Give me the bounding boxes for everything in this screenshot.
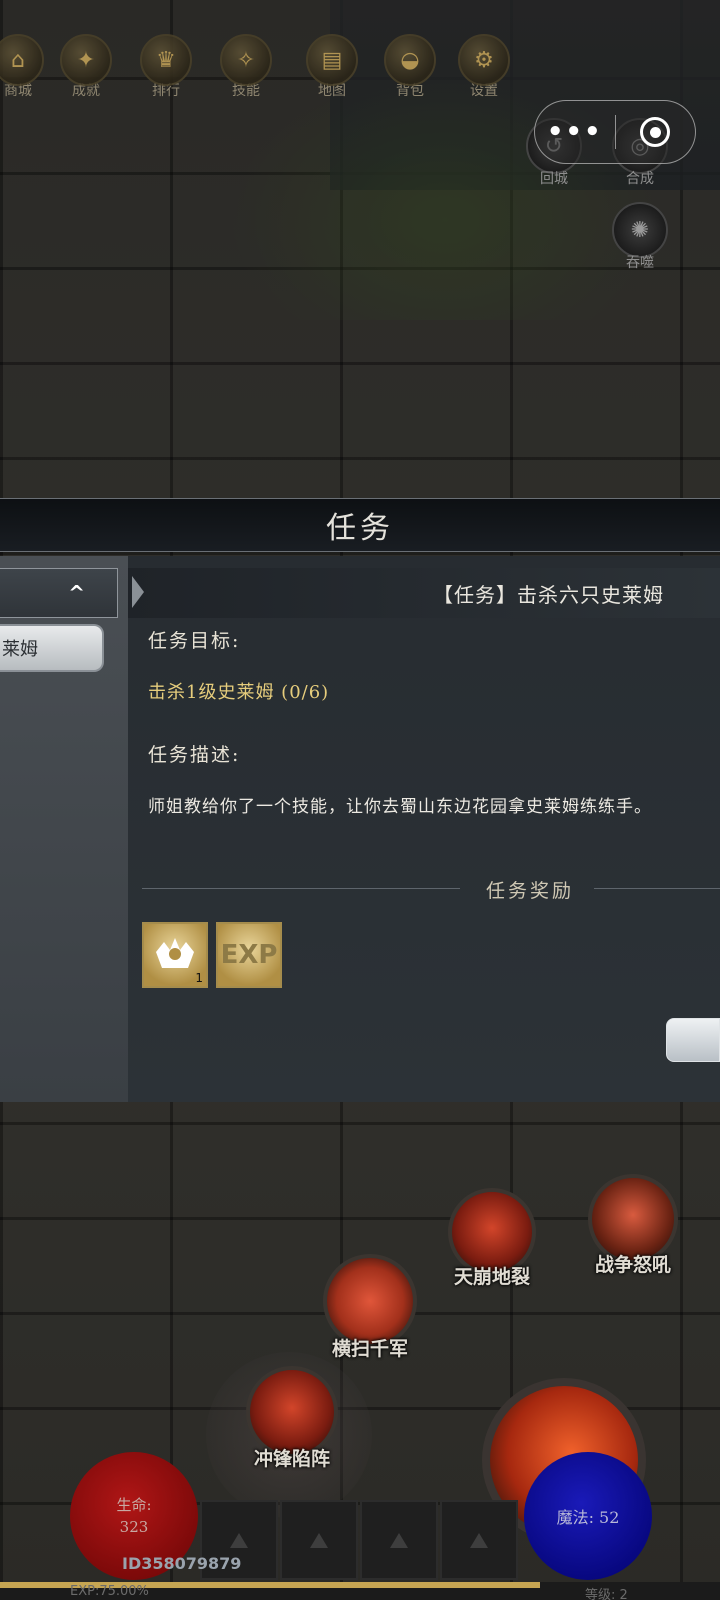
quest-list-item[interactable]: 莱姆 (0, 624, 104, 672)
reward-divider: 任务奖励 (142, 876, 720, 902)
item-slot[interactable] (440, 1500, 518, 1580)
quest-header: 【任务】击杀六只史莱姆 (128, 568, 720, 618)
item-slot[interactable] (280, 1500, 358, 1580)
menu-settings[interactable]: ⚙ 设置 (452, 34, 516, 100)
quest-list: ^ 莱姆 (0, 556, 128, 1102)
quest-panel: ^ 莱姆 【任务】击杀六只史莱姆 任务目标: 击杀1级史莱姆 (0/6) 任务描… (0, 556, 720, 1102)
skills-icon: ✧ (220, 34, 272, 86)
mini-program-capsule: ••• (534, 100, 696, 164)
menu-skills[interactable]: ✧ 技能 (214, 34, 278, 100)
more-options-button[interactable]: ••• (535, 117, 615, 147)
item-slot[interactable] (360, 1500, 438, 1580)
ranking-icon: ♛ (140, 34, 192, 86)
shop-icon: ⌂ (0, 34, 44, 86)
item-slots (200, 1500, 518, 1580)
reward-title: 任务奖励 (486, 880, 575, 902)
menu-map[interactable]: ▤ 地图 (300, 34, 364, 100)
panel-title: 任务 (326, 511, 394, 546)
player-id: ID358079879 (122, 1554, 242, 1573)
reward-exp[interactable]: EXP (216, 922, 282, 988)
description-label: 任务描述: (148, 744, 241, 766)
reward-count: 1 (195, 971, 203, 985)
quest-panel-titlebar: 任务 (0, 498, 720, 552)
goal-label: 任务目标: (148, 630, 241, 652)
menu-bag[interactable]: ◒ 背包 (378, 34, 442, 100)
bag-icon: ◒ (384, 34, 436, 86)
skill-zhanzheng[interactable]: 战争怒吼 (578, 1174, 688, 1277)
target-icon (640, 117, 671, 147)
chevron-up-icon: ^ (68, 581, 85, 605)
description-text: 师姐教给你了一个技能，让你去蜀山东边花园拿史莱姆练练手。 (148, 797, 652, 817)
map-icon: ▤ (306, 34, 358, 86)
quest-detail: 【任务】击杀六只史莱姆 任务目标: 击杀1级史莱姆 (0/6) 任务描述: 师姐… (128, 556, 720, 1102)
level-text: 等级: 2 (585, 1588, 628, 1600)
achievement-icon: ✦ (60, 34, 112, 86)
menu-achievement[interactable]: ✦ 成就 (54, 34, 118, 100)
devour-icon: ✺ (612, 202, 668, 258)
devour-button[interactable]: ✺ 吞噬 (608, 202, 672, 272)
goal-text: 击杀1级史莱姆 (0/6) (148, 682, 330, 703)
menu-ranking[interactable]: ♛ 排行 (134, 34, 198, 100)
skill-tianbeng[interactable]: 天崩地裂 (438, 1188, 546, 1289)
skill-hengsao[interactable]: 横扫千军 (318, 1254, 422, 1361)
empty-slot-icon (390, 1532, 408, 1548)
empty-slot-icon (230, 1532, 248, 1548)
settings-icon: ⚙ (458, 34, 510, 86)
empty-slot-icon (310, 1532, 328, 1548)
menu-shop[interactable]: ⌂ 商城 (0, 34, 50, 100)
exp-icon: EXP (220, 940, 278, 970)
hp-label: 生命: (116, 1496, 152, 1514)
claim-button[interactable] (666, 1018, 720, 1062)
close-miniprogram-button[interactable] (616, 117, 696, 147)
hp-value: 323 (119, 1518, 149, 1536)
reward-skill-token[interactable]: 1 (142, 922, 208, 988)
skill-chongfeng[interactable]: 冲锋陷阵 (238, 1366, 346, 1471)
top-menu: ⌂ 商城 ✦ 成就 ♛ 排行 ✧ 技能 ▤ 地图 ◒ 背包 ⚙ 设置 (0, 34, 720, 104)
quest-category-header[interactable]: ^ (0, 568, 118, 618)
empty-slot-icon (470, 1532, 488, 1548)
mp-orb: 魔法: 52 (524, 1452, 652, 1580)
mp-text: 魔法: 52 (556, 1508, 620, 1527)
exp-text: EXP:75.00% (70, 1584, 149, 1599)
quest-name: 【任务】击杀六只史莱姆 (433, 582, 664, 607)
